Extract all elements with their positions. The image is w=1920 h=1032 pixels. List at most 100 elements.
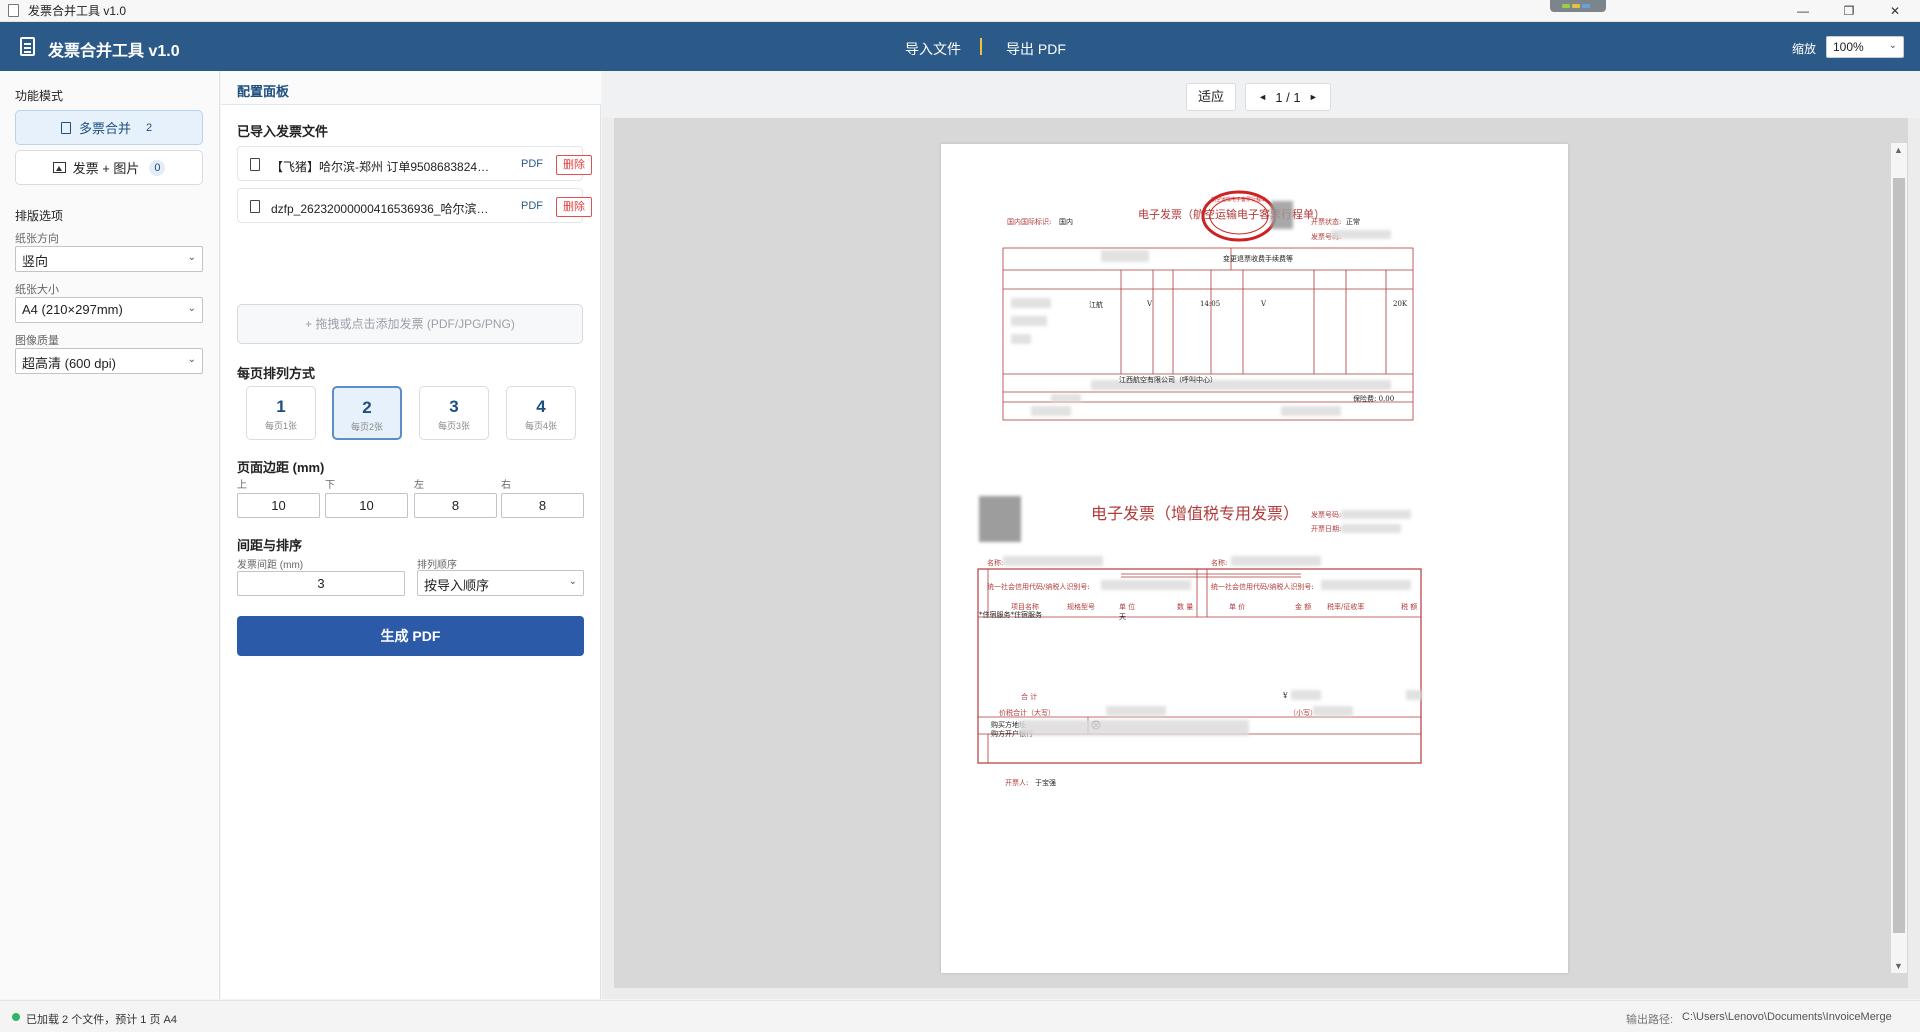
itinerary-issuer: 江西航空有限公司（呼叫中心） [1119, 376, 1217, 384]
redacted-block [1341, 510, 1411, 519]
redacted-block [1106, 706, 1166, 716]
vat-yen: ¥ [1283, 692, 1288, 700]
invoice-1-frame [1002, 190, 1414, 421]
quality-value: 超高清 (600 dpi) [22, 356, 116, 371]
redacted-block [1003, 556, 1103, 566]
add-invoice-dropzone[interactable]: + 拖拽或点击添加发票 (PDF/JPG/PNG) [237, 304, 583, 344]
zoom-value: 100% [1833, 40, 1864, 54]
layout-number: 4 [536, 397, 546, 416]
preview-canvas[interactable]: 国内国际标识: 国内 电子发票（航空运输电子客票行程单） 航空运输电子客票行程单… [614, 118, 1908, 988]
prev-page-button[interactable]: ◄ [1258, 92, 1267, 102]
itinerary-domestic-value: 国内 [1059, 218, 1073, 226]
file-list-item[interactable]: dzfp_26232000000416536936_哈尔滨北… PDF 删除 [237, 188, 592, 223]
chevron-down-icon: ⌄ [187, 303, 196, 314]
itinerary-status-label: 开票状态: [1311, 218, 1342, 226]
mode-label: 多票合并 [78, 121, 131, 136]
left-sidebar: 功能模式 多票合并 2 发票 + 图片 0 排版选项 纸张方向 竖向 ⌄ 纸张大… [0, 71, 220, 999]
margin-left-label: 左 [414, 480, 424, 491]
mode-invoice-image-button[interactable]: 发票 + 图片 0 [15, 150, 203, 185]
layout-option-3[interactable]: 3 每页3张 [419, 386, 489, 440]
itinerary-title: 电子发票（航空运输电子客票行程单） [1138, 208, 1325, 221]
scroll-down-arrow-icon[interactable]: ▼ [1894, 961, 1903, 971]
itinerary-domestic-label: 国内国际标识: [1007, 218, 1052, 226]
itinerary-fare-basis: V [1261, 300, 1267, 308]
import-file-button[interactable]: 导入文件 [905, 39, 961, 59]
file-type-badge: PDF [521, 158, 543, 170]
redacted-block [1011, 298, 1051, 308]
vat-issuer-label: 开票人: [1005, 779, 1029, 787]
mode-multi-invoice-button[interactable]: 多票合并 2 [15, 110, 203, 145]
layout-number: 1 [276, 397, 286, 416]
status-bar: 已加载 2 个文件，预计 1 页 A4 输出路径: C:\Users\Lenov… [0, 1000, 1920, 1032]
next-page-button[interactable]: ► [1309, 92, 1318, 102]
imported-files-heading: 已导入发票文件 [237, 124, 329, 139]
mode-label: 发票 + 图片 [72, 161, 140, 176]
margin-left-input[interactable]: 8 [414, 493, 497, 518]
itinerary-stamp: 航空运输电子客票行程单 [1211, 197, 1267, 203]
file-type-badge: PDF [521, 200, 543, 212]
margin-bottom-input[interactable]: 10 [325, 493, 408, 518]
spacing-heading: 间距与排序 [237, 538, 303, 553]
paper-size-label: 纸张大小 [15, 284, 59, 296]
vat-date-label: 开票日期: [1311, 525, 1342, 533]
layout-number: 2 [362, 398, 372, 417]
vat-item-value: *住宿服务*住宿服务 [979, 611, 1042, 619]
fit-button[interactable]: 适应 [1186, 83, 1236, 111]
paper-size-value: A4 (210×297mm) [22, 302, 123, 317]
vat-buyer-tax-label: 统一社会信用代码/纳税人识别号: [987, 583, 1090, 591]
delete-file-button[interactable]: 删除 [556, 197, 592, 217]
scrollbar-thumb[interactable] [1893, 178, 1905, 933]
config-panel: 配置面板 已导入发票文件 【飞猪】哈尔滨-郑州 订单950868382414… … [221, 71, 601, 999]
itinerary-change-note: 变更退票收费手续费等 [1223, 255, 1293, 263]
status-ok-icon [12, 1013, 20, 1021]
file-list-item[interactable]: 【飞猪】哈尔滨-郑州 订单950868382414… PDF 删除 [237, 146, 592, 181]
vat-tax-header: 税 额 [1401, 603, 1418, 611]
quality-select[interactable]: 超高清 (600 dpi) ⌄ [15, 348, 203, 374]
margin-top-input[interactable]: 10 [237, 493, 320, 518]
layout-option-4[interactable]: 4 每页4张 [506, 386, 576, 440]
redacted-block [1011, 334, 1031, 344]
export-pdf-button[interactable]: 导出 PDF [1006, 39, 1066, 59]
preview-scrollbar[interactable]: ▲ ▼ [1891, 143, 1907, 973]
qr-code-redacted [979, 496, 1021, 542]
orientation-select[interactable]: 竖向 ⌄ [15, 246, 203, 272]
maximize-button[interactable]: ❐ [1826, 0, 1872, 22]
gap-input[interactable]: 3 [237, 571, 405, 596]
delete-file-button[interactable]: 删除 [556, 155, 592, 175]
margin-right-input[interactable]: 8 [501, 493, 584, 518]
order-label: 排列顺序 [417, 560, 457, 571]
taskbar-thumbnail [1550, 0, 1606, 12]
preview-toolbar: 适应 ◄ 1 / 1 ► [602, 71, 1920, 118]
zoom-select[interactable]: 100% ⌄ [1826, 36, 1904, 58]
layout-option-2[interactable]: 2 每页2张 [332, 386, 402, 440]
redacted-block [1231, 556, 1321, 566]
margin-right-label: 右 [501, 480, 511, 491]
chevron-down-icon: ⌄ [187, 354, 196, 365]
redacted-block [1101, 580, 1191, 590]
vat-price-header: 单 价 [1229, 603, 1246, 611]
close-button[interactable]: ✕ [1872, 0, 1918, 22]
redacted-block [1019, 720, 1249, 736]
layout-sublabel: 每页1张 [264, 421, 297, 431]
minimize-button[interactable]: — [1780, 0, 1826, 22]
document-icon [60, 121, 71, 134]
per-page-heading: 每页排列方式 [237, 366, 316, 381]
file-name: 【飞猪】哈尔滨-郑州 订单950868382414… [271, 160, 491, 174]
layout-option-1[interactable]: 1 每页1张 [246, 386, 316, 440]
preview-area: 适应 ◄ 1 / 1 ► 国内国际标识: 国内 电子发票（航空运输电子客票行程单… [602, 71, 1920, 999]
generate-pdf-button[interactable]: 生成 PDF [237, 616, 584, 656]
page-navigator: ◄ 1 / 1 ► [1245, 83, 1331, 111]
itinerary-carrier: 江航 [1089, 301, 1103, 309]
vat-unit-header: 单 位 [1119, 603, 1136, 611]
menu-separator [980, 38, 982, 55]
vat-total-words-label: 价税合计（大写） [999, 709, 1055, 717]
paper-size-select[interactable]: A4 (210×297mm) ⌄ [15, 297, 203, 323]
redacted-block [1031, 406, 1071, 416]
layout-heading: 排版选项 [15, 209, 64, 223]
count-badge: 0 [149, 159, 166, 176]
scroll-up-arrow-icon[interactable]: ▲ [1894, 145, 1903, 155]
order-select[interactable]: 按导入顺序 ⌄ [417, 570, 584, 596]
vat-number-label: 发票号码: [1311, 511, 1342, 519]
vat-unit-value: 天 [1119, 613, 1126, 621]
itinerary-status-value: 正常 [1346, 218, 1360, 226]
